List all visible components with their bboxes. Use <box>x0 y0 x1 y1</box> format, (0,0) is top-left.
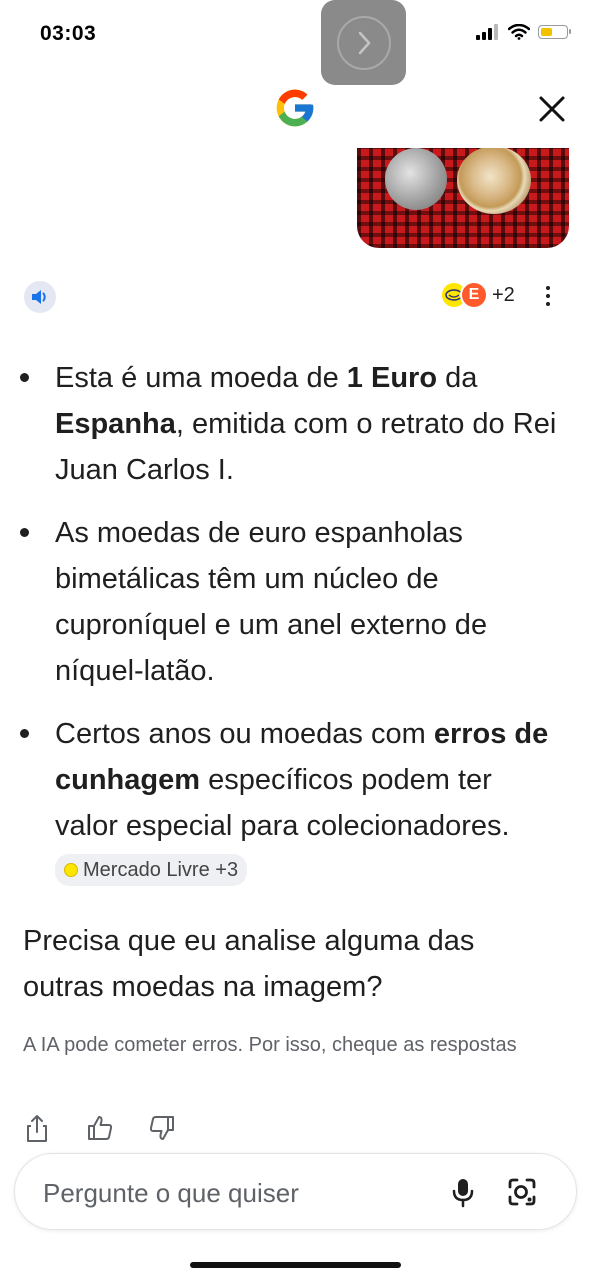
thumbs-down-icon[interactable] <box>148 1114 176 1144</box>
google-lens-icon[interactable] <box>506 1176 538 1213</box>
source-chip[interactable]: Mercado Livre +3 <box>55 854 248 887</box>
prompt-input[interactable]: Pergunte o que quiser <box>43 1178 299 1209</box>
close-icon[interactable] <box>535 92 569 126</box>
sources-button[interactable]: E +2 <box>440 281 515 309</box>
prompt-input-box[interactable]: Pergunte o que quiser <box>14 1153 577 1230</box>
sources-count: +2 <box>492 283 515 306</box>
thumbs-up-icon[interactable] <box>86 1114 114 1144</box>
silver-coin <box>385 148 447 210</box>
more-options-icon[interactable] <box>546 286 550 306</box>
source-e-icon: E <box>460 281 488 309</box>
microphone-icon[interactable] <box>448 1176 478 1213</box>
mercado-livre-icon <box>64 863 78 878</box>
chevron-right-icon <box>336 15 391 70</box>
follow-up-question: Precisa que eu analise alguma das outras… <box>23 925 475 1003</box>
answer-bullet-list: Esta é uma moeda de 1 Euro da Espanha, e… <box>20 355 560 912</box>
euro-coin <box>457 148 531 214</box>
status-icons <box>476 24 571 40</box>
speaker-button[interactable] <box>24 281 56 313</box>
ai-disclaimer: A IA pode cometer erros. Por isso, chequ… <box>23 1034 517 1056</box>
status-time: 03:03 <box>40 22 97 45</box>
uploaded-coin-image[interactable] <box>357 148 569 248</box>
list-item: Esta é uma moeda de 1 Euro da Espanha, e… <box>20 355 560 493</box>
wifi-icon <box>508 24 530 40</box>
google-g-icon <box>273 86 317 135</box>
floating-forward-button[interactable] <box>321 0 406 85</box>
battery-icon <box>538 25 571 39</box>
feedback-actions <box>24 1114 176 1144</box>
list-item: As moedas de euro espanholas bimetálicas… <box>20 510 560 694</box>
home-indicator <box>190 1262 401 1268</box>
share-icon[interactable] <box>24 1114 52 1144</box>
list-item: Certos anos ou moedas com erros de cunha… <box>20 711 560 895</box>
signal-icon <box>476 24 498 40</box>
volume-icon <box>32 290 46 304</box>
